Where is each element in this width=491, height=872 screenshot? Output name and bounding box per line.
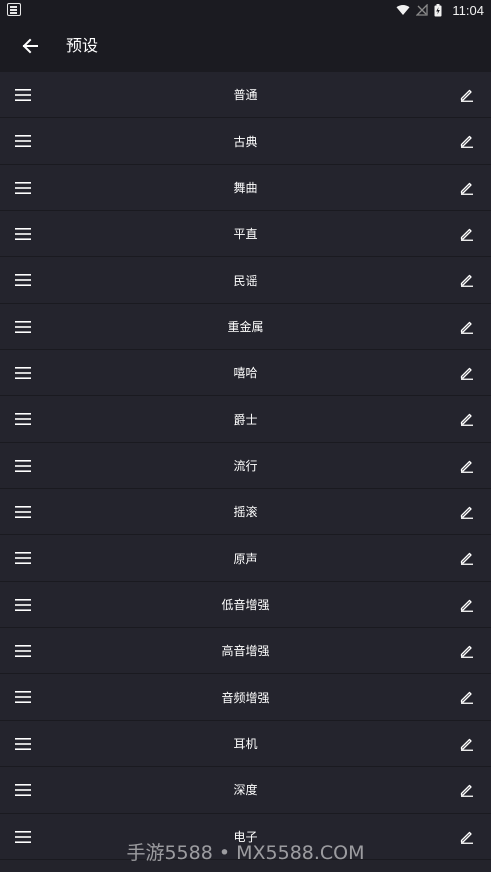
preset-label: 原声	[233, 551, 258, 566]
edit-icon[interactable]	[457, 223, 477, 245]
drag-handle-icon[interactable]	[14, 641, 32, 661]
edit-icon[interactable]	[457, 501, 477, 523]
arrow-left-icon	[22, 38, 38, 54]
wifi-icon	[396, 4, 410, 15]
edit-icon[interactable]	[457, 594, 477, 616]
preset-label: 平直	[233, 227, 258, 242]
edit-icon[interactable]	[457, 733, 477, 755]
drag-handle-icon[interactable]	[14, 178, 32, 198]
preset-label: 嘻哈	[233, 366, 258, 381]
preset-row[interactable]: 古典	[0, 118, 491, 165]
drag-handle-icon[interactable]	[14, 224, 32, 244]
drag-handle-icon[interactable]	[14, 780, 32, 800]
preset-label: 流行	[233, 458, 258, 473]
preset-row[interactable]: 普通	[0, 72, 491, 119]
preset-row[interactable]: 重金属	[0, 303, 491, 351]
edit-icon[interactable]	[457, 362, 477, 384]
drag-handle-icon[interactable]	[14, 131, 32, 151]
preset-label: 重金属	[227, 319, 264, 334]
edit-icon[interactable]	[457, 269, 477, 291]
drag-handle-icon[interactable]	[14, 502, 32, 522]
preset-label: 低音增强	[221, 597, 270, 612]
edit-icon[interactable]	[457, 316, 477, 338]
drag-handle-icon[interactable]	[14, 456, 32, 476]
preset-label: 深度	[233, 783, 258, 798]
drag-handle-icon[interactable]	[14, 409, 32, 429]
status-icons: 11:04	[396, 0, 484, 20]
edit-icon[interactable]	[457, 84, 477, 106]
preset-row[interactable]: 平直	[0, 211, 491, 258]
drag-handle-icon[interactable]	[14, 734, 32, 754]
preset-row[interactable]: 音频增强	[0, 674, 491, 721]
edit-icon[interactable]	[457, 177, 477, 199]
battery-charging-icon	[434, 3, 442, 16]
edit-icon[interactable]	[457, 779, 477, 801]
preset-row[interactable]: 摇滚	[0, 489, 491, 536]
drag-handle-icon[interactable]	[14, 595, 32, 615]
edit-icon[interactable]	[457, 408, 477, 430]
preset-label: 耳机	[233, 736, 258, 751]
preset-row[interactable]: 深度	[0, 767, 491, 814]
edit-icon[interactable]	[457, 455, 477, 477]
drag-handle-icon[interactable]	[14, 317, 32, 337]
drag-handle-icon[interactable]	[14, 270, 32, 290]
status-bar: 11:04	[0, 0, 491, 20]
watermark: 手游5588 • MX5588.COM	[126, 842, 365, 864]
status-time: 11:04	[452, 2, 484, 18]
edit-icon[interactable]	[457, 640, 477, 662]
preset-label: 古典	[233, 134, 258, 149]
preset-row[interactable]: 爵士	[0, 396, 491, 443]
preset-label: 高音增强	[221, 644, 270, 659]
preset-label: 摇滚	[233, 505, 258, 520]
preset-label: 民谣	[233, 273, 258, 288]
preset-label: 舞曲	[233, 180, 258, 195]
preset-row[interactable]: 原声	[0, 535, 491, 582]
preset-label: 爵士	[233, 412, 258, 427]
preset-row[interactable]: 民谣	[0, 257, 491, 304]
no-signal-icon	[416, 4, 429, 16]
drag-handle-icon[interactable]	[14, 548, 32, 568]
drag-handle-icon[interactable]	[14, 687, 32, 707]
edit-icon[interactable]	[457, 686, 477, 708]
app-notification-icon	[7, 3, 21, 16]
preset-row[interactable]: 耳机	[0, 720, 491, 768]
preset-row[interactable]: 嘻哈	[0, 350, 491, 397]
drag-handle-icon[interactable]	[14, 363, 32, 383]
drag-handle-icon[interactable]	[14, 85, 32, 105]
preset-label: 音频增强	[221, 690, 270, 705]
page-title: 预设	[66, 36, 99, 55]
preset-row[interactable]: 低音增强	[0, 581, 491, 629]
back-button[interactable]	[14, 30, 46, 62]
preset-row[interactable]: 舞曲	[0, 164, 491, 212]
preset-list: 普通 古典 舞曲 平直 民谣 重金属 嘻哈 爵士 流行 摇滚 原声 低音增强 高音增强 音频增强 耳机 深度电…	[0, 72, 491, 860]
edit-icon[interactable]	[457, 130, 477, 152]
preset-row[interactable]: 流行	[0, 442, 491, 490]
preset-row[interactable]: 高音增强	[0, 628, 491, 675]
app-bar: 预设	[0, 20, 491, 72]
edit-icon[interactable]	[457, 547, 477, 569]
preset-label: 普通	[233, 88, 258, 103]
